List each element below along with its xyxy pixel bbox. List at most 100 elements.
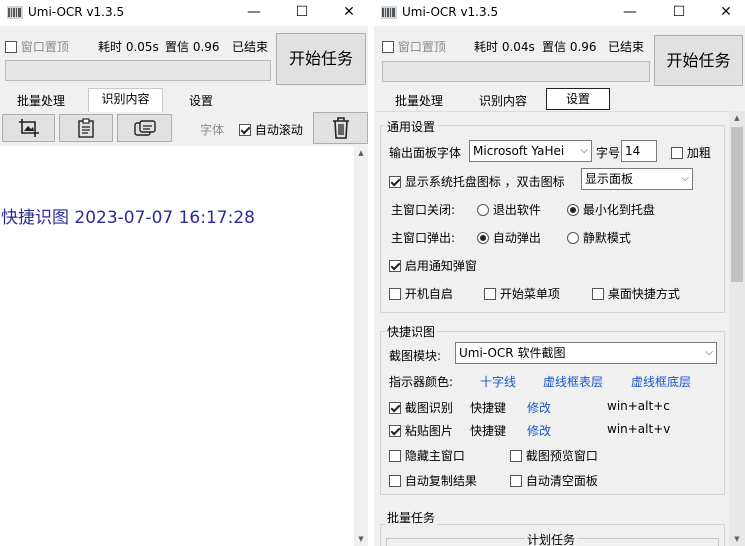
capture-label: 截图识别 xyxy=(404,401,453,415)
maximize-button[interactable]: ☐ xyxy=(280,0,324,26)
popup-silent-radio[interactable]: 静默模式 xyxy=(567,229,631,246)
notify-checkbox[interactable]: 启用通知弹窗 xyxy=(389,257,477,274)
maximize-button[interactable]: ☐ xyxy=(657,0,701,26)
auto-clear-checkbox[interactable]: 自动清空面板 xyxy=(510,472,598,489)
tray-icon-checkbox[interactable]: 显示系统托盘图标 ，双击图标 xyxy=(389,173,565,190)
checkbox-box[interactable] xyxy=(592,288,604,300)
checkbox-box[interactable] xyxy=(389,450,401,462)
right-window: Umi-OCR v1.3.5 — ☐ ✕ 窗口置顶 耗时 0.04s 置信 0.… xyxy=(374,0,745,546)
hotkey-label: 快捷键 xyxy=(470,424,507,438)
umi-ocr-app-icon xyxy=(381,6,397,19)
start-menu-checkbox[interactable]: 开始菜单项 xyxy=(484,285,560,302)
scroll-up-icon[interactable]: ▲ xyxy=(729,111,745,125)
scrollbar-thumb[interactable] xyxy=(731,127,743,282)
start-task-button[interactable]: 开始任务 xyxy=(654,35,743,86)
topmost-checkbox[interactable]: 窗口置顶 xyxy=(382,38,446,55)
checkbox-box[interactable] xyxy=(5,41,17,53)
task-state: 已结束 xyxy=(232,40,269,54)
tray-action-select[interactable]: 显示面板 ⌵ xyxy=(581,168,693,190)
auto-scroll-checkbox[interactable]: 自动滚动 xyxy=(239,121,303,138)
group-title: 计划任务 xyxy=(525,531,578,546)
preview-window-checkbox[interactable]: 截图预览窗口 xyxy=(510,447,598,464)
settings-scrollbar[interactable]: ▲ ▼ xyxy=(729,111,745,546)
font-size-field[interactable]: 14 xyxy=(621,140,657,162)
topmost-label: 窗口置顶 xyxy=(20,40,69,54)
desktop-shortcut-checkbox[interactable]: 桌面快捷方式 xyxy=(592,285,680,302)
title-bar[interactable]: Umi-OCR v1.3.5 — ☐ ✕ xyxy=(374,0,745,26)
tab-recognized[interactable]: 识别内容 xyxy=(470,90,536,112)
checkbox-box[interactable] xyxy=(389,176,401,188)
minimize-button[interactable]: — xyxy=(232,0,276,26)
minimize-button[interactable]: — xyxy=(608,0,652,26)
font-value: Microsoft YaHei xyxy=(473,144,565,158)
font-select[interactable]: Microsoft YaHei ⌵ xyxy=(469,140,592,162)
radio-label: 退出软件 xyxy=(492,203,541,217)
paste-label: 粘贴图片 xyxy=(404,424,453,438)
checkbox-box[interactable] xyxy=(389,288,401,300)
radio-button[interactable] xyxy=(567,232,579,244)
modify-paste-hotkey-link[interactable]: 修改 xyxy=(527,422,551,439)
indicator-top-link[interactable]: 虚线框表层 xyxy=(543,373,603,390)
start-task-button[interactable]: 开始任务 xyxy=(276,33,366,85)
topmost-label: 窗口置顶 xyxy=(397,40,446,54)
checkbox-box[interactable] xyxy=(389,260,401,272)
module-label: 截图模块: xyxy=(389,349,442,363)
tab-batch[interactable]: 批量处理 xyxy=(386,90,452,112)
screenshot-button[interactable] xyxy=(2,114,55,142)
checkbox-box[interactable] xyxy=(382,41,394,53)
maximize-icon: ☐ xyxy=(672,4,686,20)
close-minimize-radio[interactable]: 最小化到托盘 xyxy=(567,201,655,218)
checkbox-box[interactable] xyxy=(671,147,683,159)
checkbox-box[interactable] xyxy=(484,288,496,300)
close-button[interactable]: ✕ xyxy=(704,0,745,26)
radio-button[interactable] xyxy=(567,204,579,216)
tab-batch[interactable]: 批量处理 xyxy=(8,90,74,112)
capture-checkbox[interactable]: 截图识别 xyxy=(389,399,453,416)
topmost-checkbox[interactable]: 窗口置顶 xyxy=(5,38,69,55)
title-bar[interactable]: Umi-OCR v1.3.5 — ☐ ✕ xyxy=(0,0,368,26)
scroll-down-icon[interactable]: ▼ xyxy=(354,532,368,546)
paste-checkbox[interactable]: 粘贴图片 xyxy=(389,422,453,439)
copy-button[interactable] xyxy=(117,114,172,142)
indicator-bottom-link[interactable]: 虚线框底层 xyxy=(631,373,691,390)
elapsed-time: 耗时 0.04s xyxy=(474,40,535,54)
radio-button[interactable] xyxy=(477,204,489,216)
checkbox-box[interactable] xyxy=(389,475,401,487)
group-title: 批量任务 xyxy=(385,509,438,526)
indicator-crosshair-link[interactable]: 十字线 xyxy=(480,373,516,390)
hotkey-label: 快捷键 xyxy=(470,401,507,415)
font-label[interactable]: 字体 xyxy=(200,121,224,138)
indicator-label: 指示器颜色: xyxy=(389,375,454,389)
checkbox-box[interactable] xyxy=(239,124,251,136)
tab-settings[interactable]: 设置 xyxy=(168,90,234,112)
output-scrollbar[interactable]: ▲ ▼ xyxy=(354,146,368,546)
checkbox-box[interactable] xyxy=(510,475,522,487)
autostart-checkbox[interactable]: 开机自启 xyxy=(389,285,453,302)
hide-main-window-checkbox[interactable]: 隐藏主窗口 xyxy=(389,447,465,464)
chevron-down-icon: ⌵ xyxy=(580,145,588,156)
screenshot-module-select[interactable]: Umi-OCR 软件截图 ⌵ xyxy=(455,342,717,364)
chevron-down-icon: ⌵ xyxy=(681,173,689,184)
close-button[interactable]: ✕ xyxy=(327,0,368,26)
radio-label: 静默模式 xyxy=(582,231,631,245)
maximize-icon: ☐ xyxy=(295,4,309,20)
scroll-down-icon[interactable]: ▼ xyxy=(729,532,745,546)
clear-button[interactable] xyxy=(313,112,368,144)
checkbox-box[interactable] xyxy=(389,425,401,437)
tab-settings[interactable]: 设置 xyxy=(546,88,610,110)
bold-checkbox[interactable]: 加粗 xyxy=(671,144,711,161)
close-behavior-label: 主窗口关闭: xyxy=(391,203,456,217)
paste-button[interactable] xyxy=(59,114,113,142)
radio-button[interactable] xyxy=(477,232,489,244)
checkbox-box[interactable] xyxy=(510,450,522,462)
popup-auto-radio[interactable]: 自动弹出 xyxy=(477,229,541,246)
clipboard-icon xyxy=(78,118,94,138)
close-exit-radio[interactable]: 退出软件 xyxy=(477,201,541,218)
scroll-up-icon[interactable]: ▲ xyxy=(354,146,368,160)
output-panel[interactable]: 快捷识图 2023-07-07 16:17:28 xyxy=(0,146,354,546)
checkbox-box[interactable] xyxy=(389,402,401,414)
auto-copy-checkbox[interactable]: 自动复制结果 xyxy=(389,472,477,489)
tab-recognized[interactable]: 识别内容 xyxy=(88,88,163,112)
modify-capture-hotkey-link[interactable]: 修改 xyxy=(527,399,551,416)
recognized-text[interactable]: 快捷识图 2023-07-07 16:17:28 xyxy=(1,203,255,228)
